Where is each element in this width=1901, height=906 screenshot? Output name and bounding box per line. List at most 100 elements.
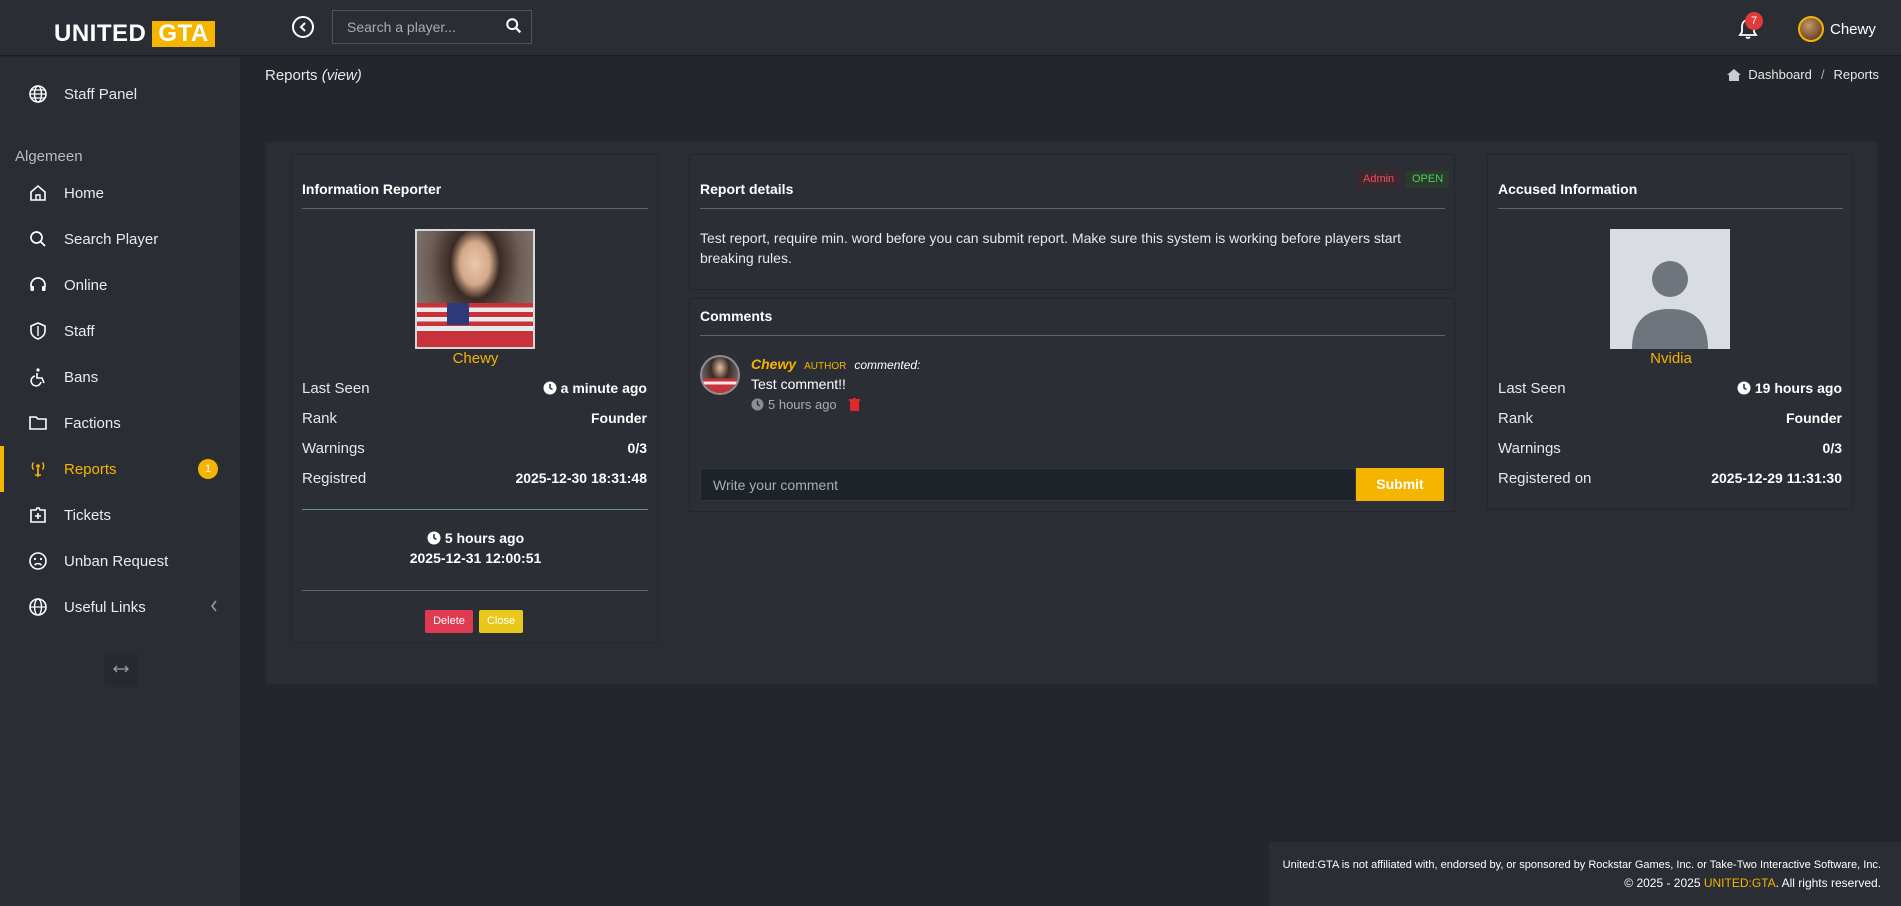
sidebar-item-bans[interactable]: Bans	[0, 354, 240, 400]
accused-last-seen-value: 19 hours ago	[1737, 380, 1842, 396]
sidebar-item-factions[interactable]: Factions	[0, 400, 240, 446]
reporter-last-seen-value: a minute ago	[543, 380, 647, 396]
last-seen-text: 19 hours ago	[1754, 380, 1842, 396]
sidebar-item-reports[interactable]: Reports 1	[0, 446, 240, 492]
sidebar-item-tickets[interactable]: Tickets	[0, 492, 240, 538]
antenna-icon	[31, 462, 45, 477]
logo-text: UNITED	[54, 20, 147, 47]
arrows-horizontal-icon	[113, 665, 129, 673]
reporter-registered-label: Registred	[302, 470, 367, 487]
close-report-button[interactable]: Close	[479, 610, 523, 633]
sidebar-item-label: Staff	[64, 322, 95, 340]
reporter-last-seen-label: Last Seen	[302, 380, 370, 397]
divider	[1498, 208, 1843, 209]
divider	[700, 208, 1445, 209]
sad-face-icon	[29, 552, 47, 570]
copyright-brand[interactable]: UNITED:GTA	[1704, 876, 1776, 890]
sidebar-item-label: Search Player	[64, 230, 159, 248]
globe-icon	[29, 598, 47, 616]
sidebar-item-search-player[interactable]: Search Player	[0, 216, 240, 262]
accused-registered-value: 2025-12-29 11:31:30	[1711, 470, 1842, 486]
sidebar-toggle-button[interactable]	[292, 16, 314, 38]
reporter-warnings-label: Warnings	[302, 440, 365, 457]
accused-warnings-value: 0/3	[1822, 440, 1842, 456]
report-created-ago: 5 hours ago	[292, 530, 659, 546]
delete-report-button[interactable]: Delete	[425, 610, 473, 633]
flag-canton	[447, 303, 469, 325]
breadcrumb-reports: Reports	[1833, 67, 1879, 82]
admin-badge: Admin	[1356, 171, 1402, 188]
submit-comment-button[interactable]: Submit	[1356, 468, 1444, 501]
wheelchair-icon	[30, 368, 45, 387]
sidebar-item-online[interactable]: Online	[0, 262, 240, 308]
sidebar-item-staff[interactable]: Staff	[0, 308, 240, 354]
accused-avatar-placeholder	[1610, 229, 1730, 349]
logo-highlight: GTA	[152, 21, 215, 47]
copyright-suffix: . All rights reserved.	[1775, 876, 1881, 890]
reporter-name-link[interactable]: Chewy	[292, 350, 659, 367]
footer: United:GTA is not affiliated with, endor…	[1269, 842, 1901, 906]
sidebar-item-staff-panel[interactable]: Staff Panel	[28, 84, 137, 104]
comment-time: 5 hours ago	[768, 397, 837, 412]
accused-card: Accused Information Nvidia Last Seen 19 …	[1487, 154, 1853, 509]
user-menu[interactable]: Chewy	[1798, 16, 1876, 42]
trash-icon[interactable]	[848, 398, 860, 411]
comment-author-link[interactable]: Chewy	[751, 356, 796, 372]
sidebar-item-home[interactable]: Home	[0, 170, 240, 216]
comment-text: Test comment!!	[751, 376, 846, 392]
reporter-card: Information Reporter Chewy Last Seen a m…	[291, 154, 658, 643]
clock-icon	[427, 531, 441, 545]
home-icon	[30, 184, 46, 201]
top-bar: UNITED GTA 7 Chewy	[0, 0, 1901, 56]
divider	[700, 335, 1445, 336]
sidebar-item-label: Staff Panel	[64, 85, 138, 103]
sidebar-item-label: Tickets	[64, 506, 111, 524]
sidebar-item-label: Reports	[64, 460, 117, 478]
chevron-left-icon	[299, 22, 306, 32]
ticket-icon	[30, 507, 46, 523]
sidebar-item-label: Bans	[64, 368, 99, 386]
headset-icon	[30, 277, 46, 291]
player-search	[332, 10, 532, 44]
sidebar-section-title: Algemeen	[15, 148, 83, 165]
comment-meta: 5 hours ago	[751, 397, 860, 412]
status-badge: OPEN	[1406, 171, 1450, 188]
search-input[interactable]	[333, 11, 531, 43]
sidebar-item-label: Factions	[64, 414, 121, 432]
home-icon	[1727, 68, 1742, 81]
created-ago-text: 5 hours ago	[444, 530, 525, 546]
page-title-suffix: (view)	[321, 67, 362, 84]
comment-field	[700, 468, 1356, 501]
chevron-left-icon	[211, 600, 217, 612]
accused-rank-value: Founder	[1786, 410, 1842, 426]
globe-icon	[29, 85, 47, 103]
last-seen-text: a minute ago	[560, 380, 647, 396]
footer-disclaimer: United:GTA is not affiliated with, endor…	[1282, 859, 1881, 871]
breadcrumb-separator: /	[1820, 67, 1825, 82]
reporter-avatar	[415, 229, 535, 349]
report-text: Test report, require min. word before yo…	[700, 230, 1402, 266]
clock-icon	[543, 381, 557, 395]
search-icon[interactable]	[505, 17, 523, 35]
sidebar-item-useful-links[interactable]: Useful Links	[0, 584, 240, 630]
folder-icon	[29, 416, 47, 430]
accused-card-title: Accused Information	[1498, 181, 1638, 197]
accused-rank-label: Rank	[1498, 410, 1534, 427]
report-details-title: Report details	[700, 181, 794, 197]
breadcrumb-dashboard[interactable]: Dashboard	[1748, 67, 1812, 82]
sidebar-item-label: Online	[64, 276, 108, 294]
sidebar-item-unban-request[interactable]: Unban Request	[0, 538, 240, 584]
sidebar-resize-button[interactable]	[104, 653, 138, 687]
clock-icon	[1737, 381, 1751, 395]
logo[interactable]: UNITED GTA	[54, 20, 215, 47]
sidebar: Staff Panel Algemeen Home Search Player …	[0, 57, 240, 906]
comment-input[interactable]	[701, 469, 1355, 500]
reporter-card-title: Information Reporter	[302, 181, 442, 197]
breadcrumb: Dashboard / Reports	[1726, 67, 1879, 82]
notification-badge: 7	[1745, 12, 1763, 30]
accused-name-link[interactable]: Nvidia	[1488, 350, 1854, 367]
comment-header: Chewy AUTHOR commented:	[751, 356, 920, 372]
accused-warnings-label: Warnings	[1498, 440, 1561, 457]
report-created-date: 2025-12-31 12:00:51	[409, 550, 542, 566]
divider	[302, 590, 648, 591]
